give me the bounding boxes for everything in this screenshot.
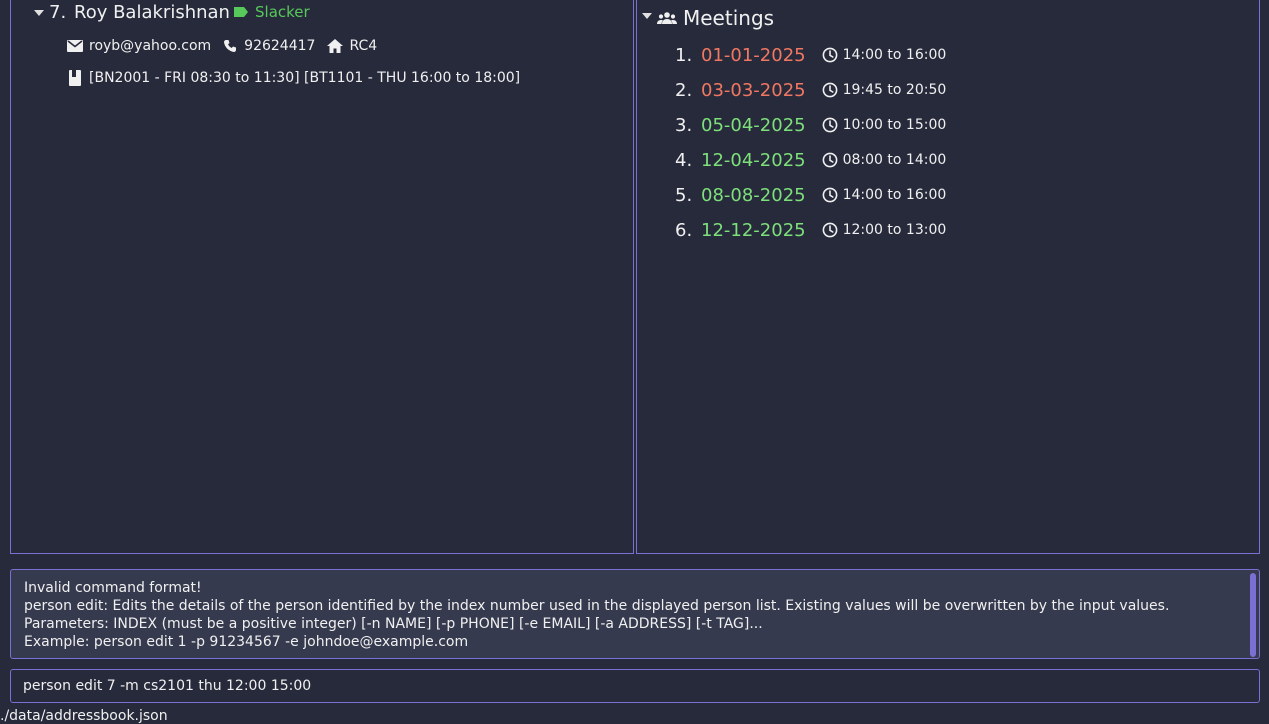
result-line: Parameters: INDEX (must be a positive in…	[24, 616, 763, 632]
phone-icon	[224, 40, 237, 52]
meeting-index: 3.	[675, 114, 693, 136]
email-icon	[67, 40, 83, 52]
chevron-down-icon[interactable]	[34, 10, 44, 16]
meeting-date: 03-03-2025	[701, 79, 806, 101]
meeting-date: 12-12-2025	[701, 219, 806, 241]
people-icon	[657, 12, 677, 24]
meeting-index: 1.	[675, 44, 693, 66]
clock-icon	[822, 187, 838, 203]
clock-icon	[822, 82, 838, 98]
person-index: 7.	[49, 2, 67, 23]
meeting-time-label: 12:00 to 13:00	[842, 222, 947, 238]
meeting-item[interactable]: 6. 12-12-2025 12:00 to 13:00	[675, 218, 946, 242]
meeting-time: 12:00 to 13:00	[822, 222, 947, 238]
meeting-index: 5.	[675, 184, 693, 206]
meeting-time-label: 14:00 to 16:00	[842, 47, 947, 63]
book-icon	[69, 70, 81, 86]
meeting-time-label: 10:00 to 15:00	[842, 117, 947, 133]
person-modules-row: [BN2001 - FRI 08:30 to 11:30] [BT1101 - …	[69, 70, 520, 86]
meetings-panel[interactable]: Meetings 1. 01-01-2025 14:00 to 16:00 2. 03-…	[636, 0, 1260, 554]
meeting-time-label: 08:00 to 14:00	[842, 152, 947, 168]
command-input[interactable]: person edit 7 -m cs2101 thu 12:00 15:00	[10, 669, 1260, 703]
meeting-item[interactable]: 1. 01-01-2025 14:00 to 16:00	[675, 43, 946, 67]
meeting-date: 05-04-2025	[701, 114, 806, 136]
meeting-item[interactable]: 5. 08-08-2025 14:00 to 16:00	[675, 183, 946, 207]
result-display[interactable]: Invalid command format! person edit: Edi…	[10, 569, 1260, 659]
person-modules: [BN2001 - FRI 08:30 to 11:30] [BT1101 - …	[89, 70, 521, 86]
meeting-time-label: 14:00 to 16:00	[842, 187, 947, 203]
meeting-time: 14:00 to 16:00	[822, 47, 947, 63]
meeting-item[interactable]: 3. 05-04-2025 10:00 to 15:00	[675, 113, 946, 137]
command-text: person edit 7 -m cs2101 thu 12:00 15:00	[23, 678, 312, 694]
meeting-date: 12-04-2025	[701, 149, 806, 171]
meeting-item[interactable]: 2. 03-03-2025 19:45 to 20:50	[675, 78, 946, 102]
chevron-down-icon[interactable]	[642, 13, 652, 19]
meeting-index: 4.	[675, 149, 693, 171]
person-name: Roy Balakrishnan	[74, 2, 230, 23]
result-scrollbar[interactable]	[1250, 573, 1256, 657]
clock-icon	[822, 222, 838, 238]
person-card[interactable]: 7. Roy Balakrishnan Slacker royb@yahoo.c…	[11, 0, 633, 100]
person-email: royb@yahoo.com	[89, 38, 212, 54]
person-list-panel[interactable]: 7. Roy Balakrishnan Slacker royb@yahoo.c…	[10, 0, 634, 554]
result-line: person edit: Edits the details of the pe…	[24, 598, 1170, 614]
clock-icon	[822, 152, 838, 168]
result-line: Invalid command format!	[24, 580, 202, 596]
meeting-item[interactable]: 4. 12-04-2025 08:00 to 14:00	[675, 148, 946, 172]
person-phone: 92624417	[244, 38, 316, 54]
meeting-date: 08-08-2025	[701, 184, 806, 206]
meeting-time: 19:45 to 20:50	[822, 82, 947, 98]
clock-icon	[822, 117, 838, 133]
meetings-header: Meetings	[657, 6, 774, 30]
clock-icon	[822, 47, 838, 63]
person-contact-row: royb@yahoo.com 92624417 RC4	[67, 38, 377, 54]
tag-icon	[234, 7, 248, 17]
tag-label: Slacker	[255, 3, 310, 21]
person-address: RC4	[349, 38, 378, 54]
meetings-title: Meetings	[683, 6, 775, 30]
meeting-time: 14:00 to 16:00	[822, 187, 947, 203]
meeting-time: 08:00 to 14:00	[822, 152, 947, 168]
home-icon	[327, 39, 344, 53]
status-bar-file-path: ./data/addressbook.json	[0, 708, 168, 724]
meeting-time: 10:00 to 15:00	[822, 117, 947, 133]
meeting-time-label: 19:45 to 20:50	[842, 82, 947, 98]
meeting-index: 6.	[675, 219, 693, 241]
person-tag: Slacker	[233, 3, 310, 21]
result-line: Example: person edit 1 -p 91234567 -e jo…	[24, 634, 469, 650]
meeting-date: 01-01-2025	[701, 44, 806, 66]
meeting-index: 2.	[675, 79, 693, 101]
